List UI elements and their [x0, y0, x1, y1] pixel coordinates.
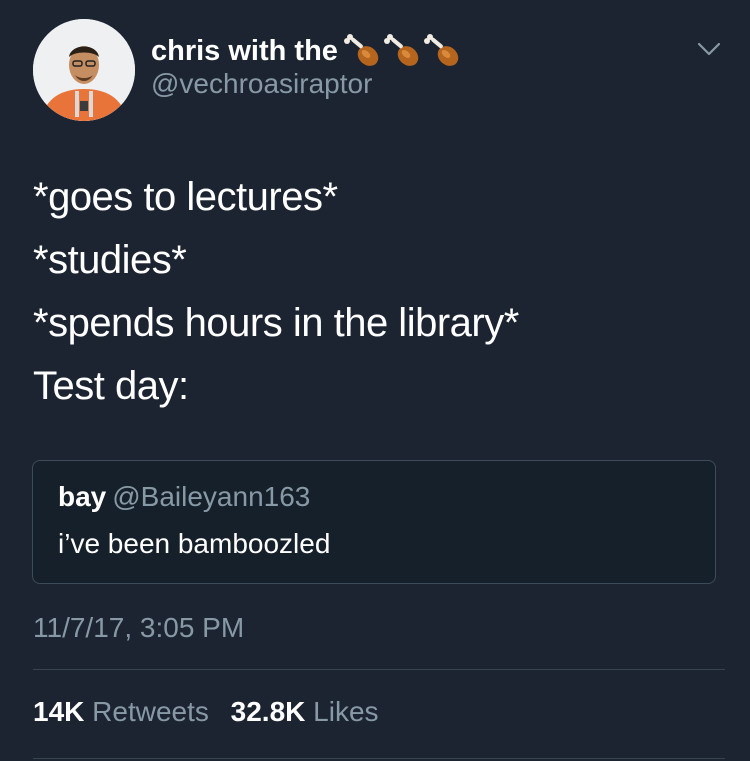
drumstick-icon — [383, 34, 419, 66]
tweet-line: *studies* — [33, 238, 187, 282]
tweet-stats: 14K Retweets 32.8K Likes — [33, 696, 379, 728]
display-name[interactable]: chris with the — [151, 32, 462, 70]
retweets-count: 14K — [33, 696, 85, 727]
retweets-label: Retweets — [92, 696, 209, 727]
quoted-tweet-header: bay @Baileyann163 — [58, 481, 310, 513]
tweet-line: Test day: — [33, 364, 189, 408]
chevron-down-icon[interactable] — [694, 34, 724, 64]
likes-stat[interactable]: 32.8K Likes — [231, 696, 379, 727]
quoted-author-handle: @Baileyann163 — [112, 481, 311, 512]
drumstick-icon — [343, 34, 379, 66]
likes-label: Likes — [313, 696, 379, 727]
tweet-timestamp: 11/7/17, 3:05 PM — [33, 612, 245, 643]
user-handle[interactable]: @vechroasiraptor — [151, 68, 372, 100]
likes-count: 32.8K — [230, 696, 306, 727]
quoted-author-name: bay — [58, 481, 107, 512]
tweet-line: *spends hours in the library* — [33, 301, 519, 345]
divider — [33, 669, 725, 670]
tweet-line: *goes to lectures* — [33, 175, 338, 219]
avatar-photo — [33, 19, 135, 121]
avatar[interactable] — [33, 19, 135, 121]
quoted-tweet[interactable]: bay @Baileyann163 i’ve been bamboozled — [32, 460, 716, 584]
divider — [33, 758, 725, 759]
drumstick-icon — [423, 34, 459, 66]
retweets-stat[interactable]: 14K Retweets — [33, 696, 209, 727]
name-emojis — [343, 32, 462, 70]
tweet-text: *goes to lectures* *studies* *spends hou… — [33, 166, 723, 418]
quoted-tweet-text: i’ve been bamboozled — [58, 528, 331, 559]
display-name-text: chris with the — [151, 34, 338, 67]
